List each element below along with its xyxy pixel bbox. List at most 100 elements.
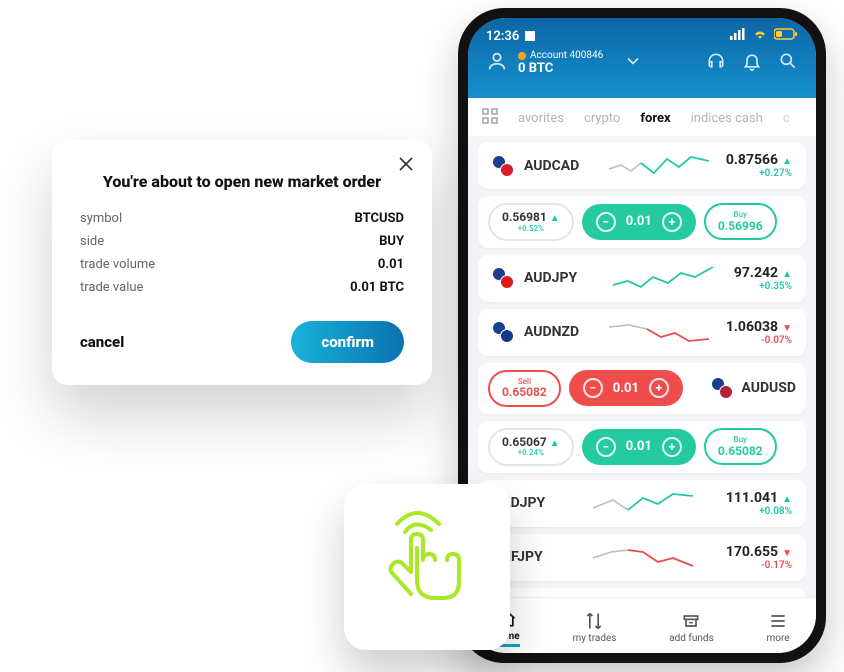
minus-icon[interactable]: − bbox=[583, 378, 603, 398]
tap-hand-icon bbox=[377, 510, 477, 624]
dialog-title: You're about to open new market order bbox=[80, 172, 404, 191]
wifi-icon bbox=[752, 28, 768, 44]
nav-funds[interactable]: add funds bbox=[669, 607, 714, 644]
buy-price: 0.56996 bbox=[718, 220, 763, 233]
pair-symbol: AUDCAD bbox=[524, 158, 592, 174]
sparkline bbox=[608, 319, 710, 345]
pair-change: -0.07% bbox=[726, 335, 792, 346]
category-tabs: avorites crypto forex indices cash c bbox=[468, 98, 816, 136]
qty-stepper[interactable]: − 0.01 + bbox=[582, 429, 696, 465]
tab-crypto[interactable]: crypto bbox=[584, 111, 620, 126]
plus-icon[interactable]: + bbox=[662, 437, 682, 457]
left-price: 0.56981 bbox=[502, 210, 547, 224]
buy-label: Buy bbox=[734, 211, 748, 219]
pair-flag-icon bbox=[492, 155, 514, 177]
grid-icon[interactable] bbox=[482, 108, 498, 128]
confirm-button[interactable]: confirm bbox=[291, 321, 404, 363]
sell-label: Sell bbox=[518, 378, 531, 386]
dlg-k-side: side bbox=[80, 234, 104, 249]
pair-row-chfpln[interactable]: CHFPLN 4.57775▼-0.36% bbox=[478, 588, 806, 597]
qty-stepper[interactable]: − 0.01 + bbox=[582, 204, 696, 240]
tab-favorites[interactable]: avorites bbox=[518, 111, 564, 126]
user-icon[interactable] bbox=[486, 50, 508, 76]
sell-button[interactable]: Sell 0.65082 bbox=[488, 370, 561, 407]
dlg-k-vol: trade volume bbox=[80, 257, 155, 272]
trade-panel-buy-2: 0.65067▲ +0.24% − 0.01 + Buy 0.65082 bbox=[478, 421, 806, 473]
pair-row-chfjpy[interactable]: CHFJPY 170.655▼-0.17% bbox=[478, 534, 806, 581]
pair-row-audcad[interactable]: AUDCAD 0.87566 ▲+0.27% bbox=[478, 142, 806, 189]
pair-price: 0.87566 bbox=[726, 152, 778, 168]
battery-icon bbox=[774, 28, 798, 44]
nav-label: my trades bbox=[572, 633, 616, 644]
phone-screen: 12:36 bbox=[468, 18, 816, 653]
pair-change: +0.35% bbox=[734, 281, 792, 292]
left-change: +0.52% bbox=[518, 225, 544, 233]
pair-row-audnzd[interactable]: AUDNZD 1.06038▼-0.07% bbox=[478, 309, 806, 356]
up-triangle-icon: ▲ bbox=[782, 156, 792, 167]
sparkline bbox=[576, 544, 710, 570]
nav-more[interactable]: more bbox=[767, 607, 790, 644]
pair-flag-icon bbox=[711, 377, 733, 399]
dlg-v-vol: 0.01 bbox=[378, 257, 404, 272]
down-triangle-icon: ▼ bbox=[782, 323, 792, 334]
up-triangle-icon: ▲ bbox=[782, 269, 792, 280]
pair-row-cadjpy[interactable]: CADJPY 111.041▲+0.08% bbox=[478, 480, 806, 527]
search-icon[interactable] bbox=[778, 51, 798, 75]
tap-gesture-card bbox=[344, 484, 510, 650]
plus-icon[interactable]: + bbox=[662, 212, 682, 232]
pair-change: +0.27% bbox=[726, 168, 792, 179]
pair-symbol: AUDJPY bbox=[524, 270, 592, 286]
tab-more[interactable]: c bbox=[783, 111, 790, 126]
left-change: +0.24% bbox=[518, 449, 544, 457]
headset-icon[interactable] bbox=[706, 51, 726, 75]
down-triangle-icon: ▼ bbox=[782, 548, 792, 559]
top-bar: 12:36 bbox=[468, 18, 816, 98]
qty-stepper[interactable]: − 0.01 + bbox=[569, 370, 683, 406]
pair-change: -0.17% bbox=[726, 560, 792, 571]
bell-icon[interactable] bbox=[742, 51, 762, 75]
signal-icon bbox=[730, 28, 746, 44]
nav-label: more bbox=[767, 633, 790, 644]
buy-button[interactable]: Buy 0.56996 bbox=[704, 203, 777, 240]
pair-row-audjpy[interactable]: AUDJPY 97.242 ▲+0.35% bbox=[478, 255, 806, 302]
tab-forex[interactable]: forex bbox=[640, 111, 670, 126]
pair-price: 97.242 bbox=[734, 265, 778, 281]
dlg-v-val: 0.01 BTC bbox=[350, 280, 404, 295]
pair-change: +0.08% bbox=[726, 506, 792, 517]
account-selector[interactable]: Account 400846 0 BTC bbox=[518, 50, 603, 76]
phone-frame: 12:36 bbox=[458, 8, 826, 663]
dlg-v-symbol: BTCUSD bbox=[354, 211, 404, 226]
nav-trades[interactable]: my trades bbox=[572, 607, 616, 644]
tab-indices[interactable]: indices cash bbox=[691, 111, 763, 126]
confirm-order-dialog: You're about to open new market order sy… bbox=[52, 140, 432, 385]
pair-flag-icon bbox=[492, 267, 514, 289]
account-label: Account 400846 bbox=[530, 50, 603, 61]
plus-icon[interactable]: + bbox=[649, 378, 669, 398]
close-icon[interactable] bbox=[398, 156, 414, 176]
dlg-k-val: trade value bbox=[80, 280, 143, 295]
qty-value: 0.01 bbox=[626, 214, 652, 229]
more-icon bbox=[768, 611, 788, 631]
pair-symbol: AUDNZD bbox=[524, 324, 592, 340]
up-triangle-icon: ▲ bbox=[782, 494, 792, 505]
account-selector-row: Account 400846 0 BTC bbox=[486, 50, 798, 76]
chevron-down-icon[interactable] bbox=[623, 51, 643, 75]
minus-icon[interactable]: − bbox=[596, 437, 616, 457]
buy-price: 0.65082 bbox=[718, 445, 763, 458]
qty-value: 0.01 bbox=[613, 381, 639, 396]
pair-flag-icon bbox=[492, 321, 514, 343]
account-balance: 0 BTC bbox=[518, 61, 603, 76]
pairs-list: AUDCAD 0.87566▲+0.27% 0.56981▲ +0.52% − … bbox=[468, 136, 816, 597]
minus-icon[interactable]: − bbox=[596, 212, 616, 232]
sparkline bbox=[576, 490, 710, 516]
sparkline bbox=[608, 153, 710, 179]
bottom-nav: home my trades add funds more bbox=[468, 597, 816, 653]
funds-icon bbox=[681, 611, 701, 631]
cancel-button[interactable]: cancel bbox=[80, 333, 124, 351]
buy-button[interactable]: Buy 0.65082 bbox=[704, 428, 777, 465]
status-time: 12:36 bbox=[486, 29, 519, 44]
pair-symbol: AUDUSD bbox=[741, 380, 796, 396]
dlg-v-side: BUY bbox=[379, 234, 404, 249]
dlg-k-symbol: symbol bbox=[80, 211, 122, 226]
status-bar: 12:36 bbox=[486, 28, 798, 44]
